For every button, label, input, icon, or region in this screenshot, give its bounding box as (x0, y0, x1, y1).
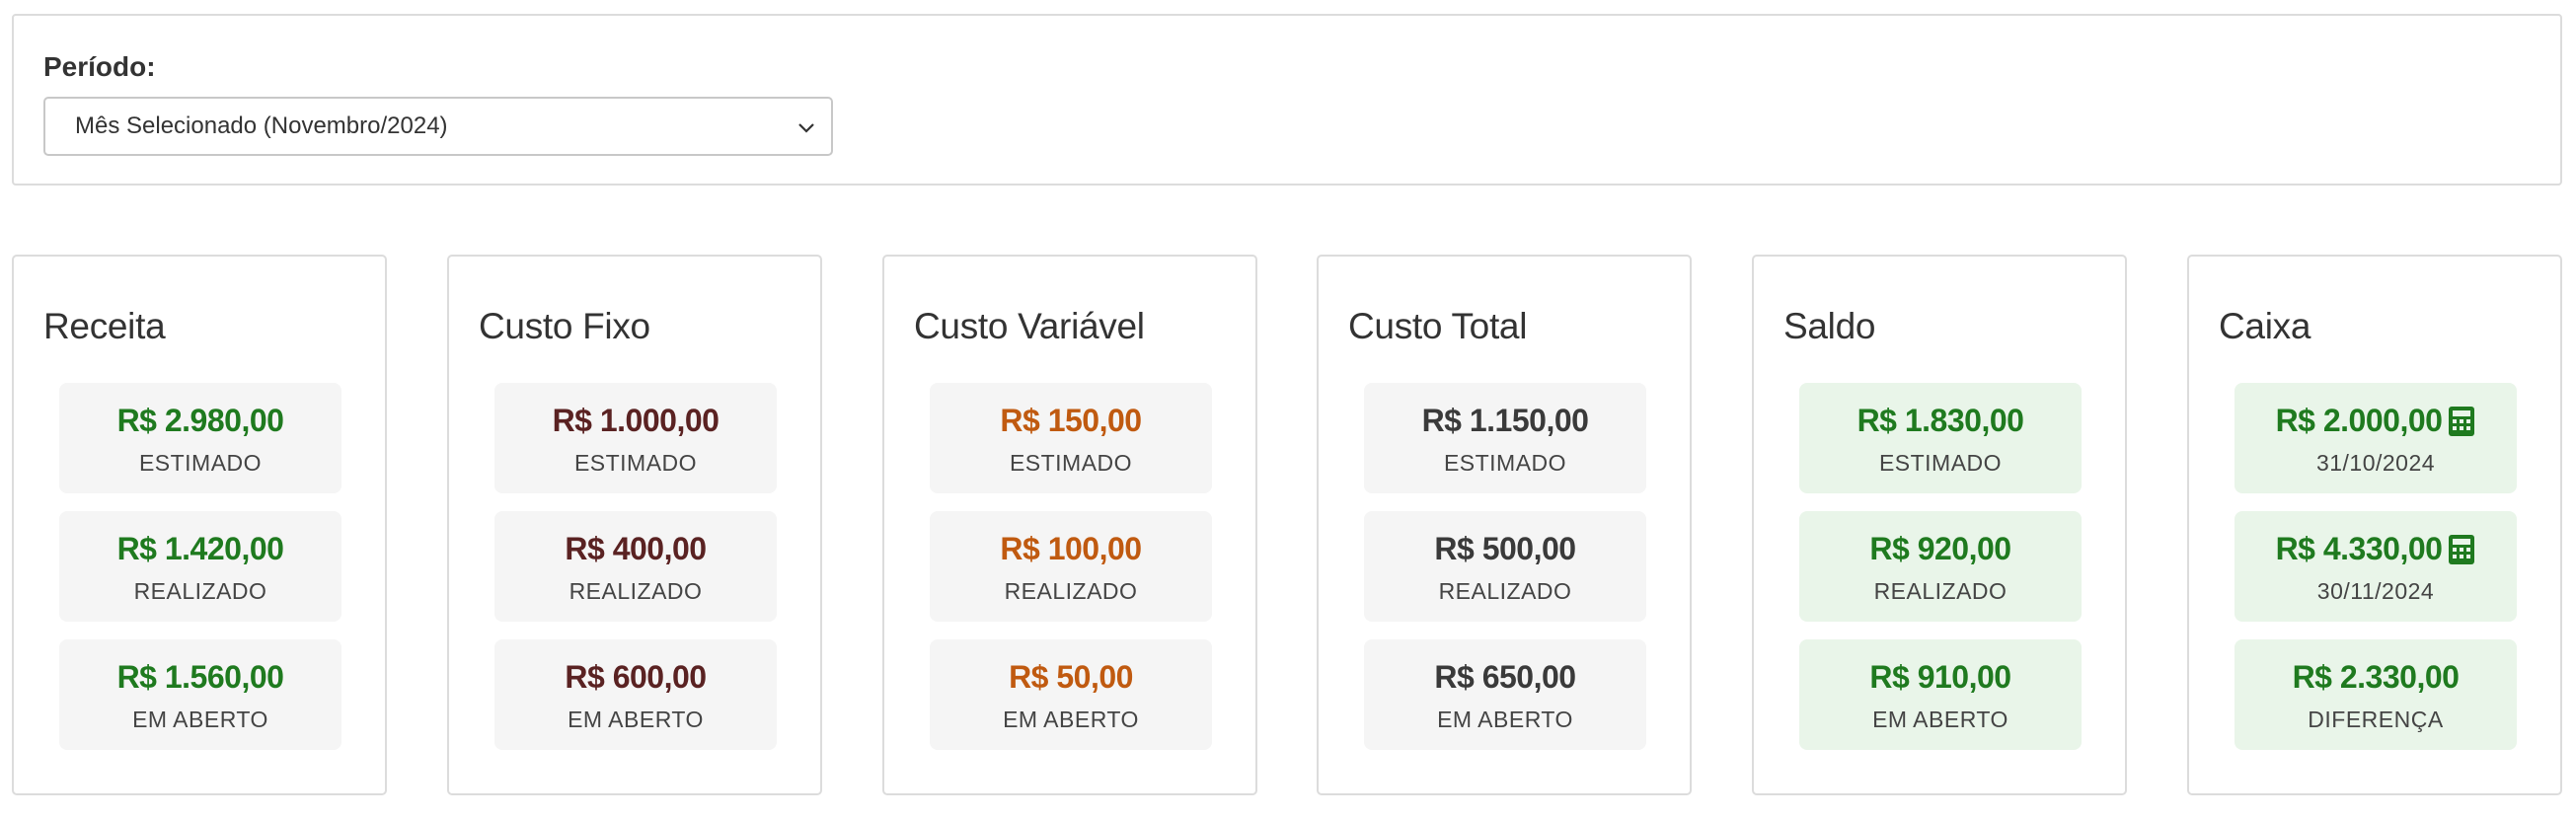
stat-label: ESTIMADO (573, 450, 698, 476)
calculator-icon[interactable] (2448, 406, 2475, 437)
stat-em-aberto: R$ 1.560,00 EM ABERTO (59, 639, 341, 750)
card-title: Receita (43, 306, 166, 346)
stat-label: REALIZADO (568, 578, 703, 604)
card-title: Custo Variável (914, 306, 1145, 346)
card-title: Custo Total (1348, 306, 1528, 346)
card-title: Saldo (1783, 306, 1876, 346)
stat-label: ESTIMADO (1443, 450, 1567, 476)
calculator-icon[interactable] (2448, 534, 2475, 565)
stat-label: REALIZADO (133, 578, 267, 604)
stat-em-aberto: R$ 910,00 EM ABERTO (1799, 639, 2082, 750)
stat-value: R$ 50,00 (1009, 659, 1133, 695)
chevron-down-icon (798, 123, 814, 133)
stat-realizado: R$ 400,00 REALIZADO (494, 511, 777, 622)
stat-value: R$ 600,00 (565, 659, 707, 695)
stat-em-aberto: R$ 50,00 EM ABERTO (930, 639, 1212, 750)
stat-value: R$ 650,00 (1434, 659, 1576, 695)
stat-value: R$ 100,00 (1000, 531, 1142, 566)
stat-label: EM ABERTO (568, 707, 704, 732)
stat-label: DIFERENÇA (2308, 707, 2444, 732)
stat-em-aberto: R$ 650,00 EM ABERTO (1364, 639, 1646, 750)
stat-value: R$ 4.330,00 (2235, 531, 2517, 567)
stat-em-aberto: R$ 600,00 EM ABERTO (494, 639, 777, 750)
stat-realizado: R$ 920,00 REALIZADO (1799, 511, 2082, 622)
stat-label: REALIZADO (1438, 578, 1572, 604)
card-custo-variavel: Custo Variável R$ 150,00 ESTIMADO R$ 100… (882, 255, 1257, 795)
stat-value: R$ 910,00 (1869, 659, 2011, 695)
period-select[interactable]: Mês Selecionado (Novembro/2024) (43, 97, 833, 156)
period-filter-panel: Período: Mês Selecionado (Novembro/2024) (12, 14, 2562, 186)
stat-realizado: R$ 100,00 REALIZADO (930, 511, 1212, 622)
stat-value: R$ 1.560,00 (116, 659, 284, 695)
stat-estimado: R$ 1.000,00 ESTIMADO (494, 383, 777, 493)
stat-value: R$ 920,00 (1869, 531, 2011, 566)
stat-estimado: R$ 150,00 ESTIMADO (930, 383, 1212, 493)
card-custo-fixo: Custo Fixo R$ 1.000,00 ESTIMADO R$ 400,0… (447, 255, 822, 795)
summary-cards: Receita R$ 2.980,00 ESTIMADO R$ 1.420,00… (12, 255, 2562, 795)
stat-saldo-final: R$ 4.330,00 30/11/2024 (2235, 511, 2517, 622)
card-custo-total: Custo Total R$ 1.150,00 ESTIMADO R$ 500,… (1317, 255, 1692, 795)
stat-estimado: R$ 1.830,00 ESTIMADO (1799, 383, 2082, 493)
stat-estimado: R$ 1.150,00 ESTIMADO (1364, 383, 1646, 493)
period-select-value: Mês Selecionado (Novembro/2024) (75, 112, 448, 139)
stat-value: R$ 150,00 (1000, 403, 1142, 438)
period-label: Período: (43, 51, 156, 82)
stat-label: EM ABERTO (132, 707, 268, 732)
stat-label: REALIZADO (1873, 578, 2008, 604)
stat-value: R$ 1.000,00 (552, 403, 720, 438)
card-caixa: Caixa R$ 2.000,00 31/10/2024 R$ 4.330,00… (2187, 255, 2562, 795)
stat-label: EM ABERTO (1437, 707, 1573, 732)
stat-label: EM ABERTO (1872, 707, 2008, 732)
stat-estimado: R$ 2.980,00 ESTIMADO (59, 383, 341, 493)
stat-value: R$ 2.980,00 (116, 403, 284, 438)
card-receita: Receita R$ 2.980,00 ESTIMADO R$ 1.420,00… (12, 255, 387, 795)
stat-value: R$ 2.000,00 (2235, 403, 2517, 439)
stat-label: EM ABERTO (1003, 707, 1139, 732)
stat-label: REALIZADO (1004, 578, 1138, 604)
stat-value: R$ 1.830,00 (1856, 403, 2024, 438)
stat-label: ESTIMADO (1878, 450, 2003, 476)
stat-saldo-inicial: R$ 2.000,00 31/10/2024 (2235, 383, 2517, 493)
stat-value: R$ 400,00 (565, 531, 707, 566)
card-title: Custo Fixo (479, 306, 650, 346)
card-saldo: Saldo R$ 1.830,00 ESTIMADO R$ 920,00 REA… (1752, 255, 2127, 795)
stat-realizado: R$ 1.420,00 REALIZADO (59, 511, 341, 622)
stat-label: ESTIMADO (138, 450, 263, 476)
stat-realizado: R$ 500,00 REALIZADO (1364, 511, 1646, 622)
stat-value: R$ 1.150,00 (1421, 403, 1589, 438)
stat-label: ESTIMADO (1009, 450, 1133, 476)
stat-date: 30/11/2024 (2316, 578, 2435, 604)
card-title: Caixa (2219, 306, 2311, 346)
stat-diferenca: R$ 2.330,00 DIFERENÇA (2235, 639, 2517, 750)
stat-value: R$ 1.420,00 (116, 531, 284, 566)
stat-date: 31/10/2024 (2315, 450, 2436, 476)
stat-value: R$ 2.330,00 (2292, 659, 2460, 695)
stat-value: R$ 500,00 (1434, 531, 1576, 566)
